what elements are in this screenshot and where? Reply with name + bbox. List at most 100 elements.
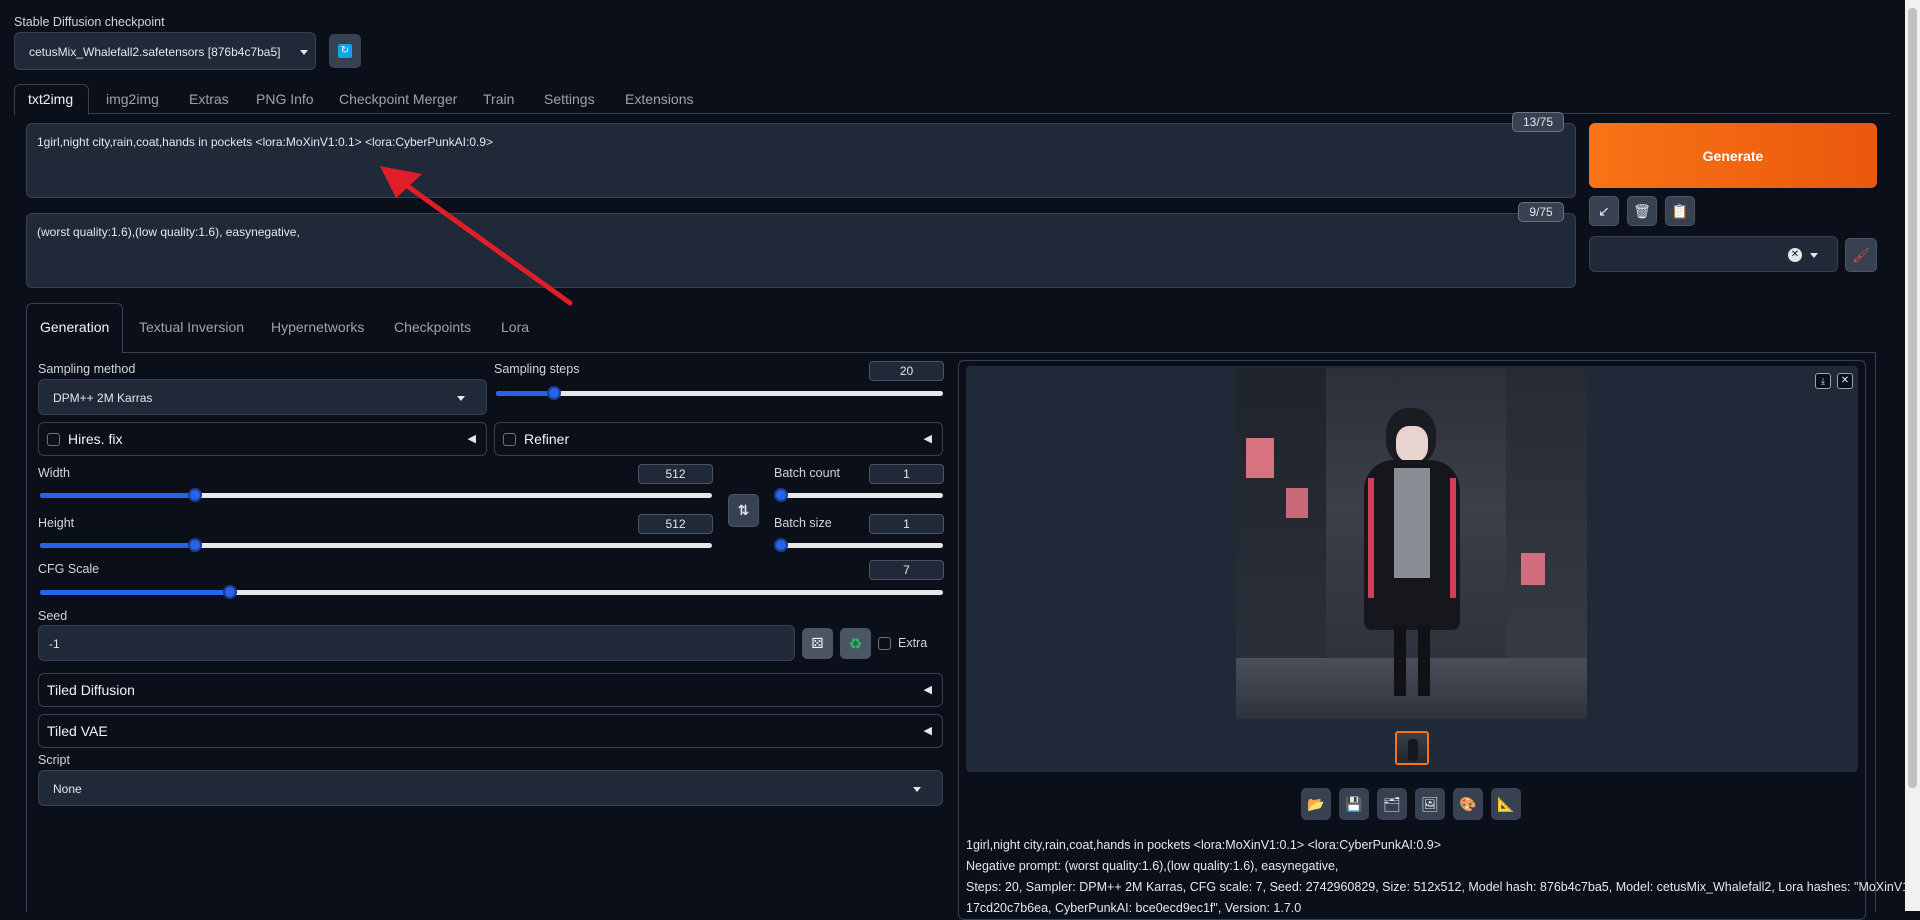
collapse-icon: ◀ <box>923 725 932 737</box>
sampling-method-select[interactable]: DPM++ 2M Karras <box>38 379 487 415</box>
gallery-thumbnail[interactable] <box>1395 731 1429 765</box>
tab-txt2img[interactable]: txt2img <box>28 91 73 107</box>
send-to-extras-button[interactable]: 📐 <box>1491 788 1521 820</box>
slider-handle[interactable] <box>547 386 562 400</box>
read-params-button[interactable]: ↙ <box>1589 196 1619 226</box>
height-input[interactable]: 512 <box>638 514 713 534</box>
sampling-steps-slider[interactable] <box>496 386 943 400</box>
seed-label: Seed <box>38 609 68 623</box>
refiner-checkbox[interactable] <box>503 433 516 446</box>
page-scrollbar[interactable] <box>1905 0 1920 911</box>
image-leg <box>1394 626 1406 696</box>
script-label: Script <box>38 753 70 767</box>
tiled-diffusion-accordion[interactable]: Tiled Diffusion ◀ <box>38 673 943 707</box>
tab-train[interactable]: Train <box>483 91 514 107</box>
tab-png-info[interactable]: PNG Info <box>256 91 314 107</box>
width-slider[interactable] <box>40 488 712 502</box>
image-face <box>1396 426 1428 462</box>
height-slider[interactable] <box>40 538 712 552</box>
reuse-seed-button[interactable]: ♻ <box>840 628 871 659</box>
hires-fix-accordion[interactable]: Hires. fix ◀ <box>38 422 487 456</box>
tab-checkpoint-merger[interactable]: Checkpoint Merger <box>339 91 457 107</box>
edit-styles-button[interactable]: 🖌 <box>1845 238 1877 272</box>
checkpoint-select[interactable]: cetusMix_Whalefall2.safetensors [876b4c7… <box>14 32 316 70</box>
refiner-accordion[interactable]: Refiner ◀ <box>494 422 943 456</box>
sampling-method-label: Sampling method <box>38 362 136 376</box>
info-prompt: 1girl,night city,rain,coat,hands in pock… <box>966 838 1442 852</box>
slider-handle[interactable] <box>774 538 788 552</box>
random-seed-button[interactable]: ⚄ <box>802 628 833 659</box>
dice-icon: ⚄ <box>811 635 824 651</box>
slider-fill <box>40 543 195 548</box>
clear-icon[interactable]: ✕ <box>1788 248 1802 262</box>
scrollbar-thumb[interactable] <box>1908 8 1917 788</box>
batch-count-slider[interactable] <box>774 488 943 502</box>
script-select[interactable]: None <box>38 770 943 806</box>
zip-button[interactable]: 🗂 <box>1377 788 1407 820</box>
cfg-scale-slider[interactable] <box>40 585 943 599</box>
slider-handle[interactable] <box>187 538 202 552</box>
tiled-vae-accordion[interactable]: Tiled VAE ◀ <box>38 714 943 748</box>
refiner-label: Refiner <box>524 431 570 447</box>
image-neon-sign <box>1521 553 1545 585</box>
swap-icon: ⇅ <box>737 502 750 518</box>
hires-fix-checkbox[interactable] <box>47 433 60 446</box>
tiled-diffusion-label: Tiled Diffusion <box>47 682 135 698</box>
refresh-icon: ↻ <box>338 44 352 58</box>
prompt-token-counter: 13/75 <box>1512 112 1564 132</box>
refresh-checkpoint-button[interactable]: ↻ <box>329 34 361 68</box>
info-negative: Negative prompt: (worst quality:1.6),(lo… <box>966 859 1339 873</box>
save-button[interactable]: 💾 <box>1339 788 1369 820</box>
prompt-input[interactable]: 1girl,night city,rain,coat,hands in pock… <box>26 123 1576 198</box>
width-label: Width <box>38 466 70 480</box>
styles-select[interactable]: ✕ <box>1589 236 1838 272</box>
slider-handle[interactable] <box>774 488 788 502</box>
chevron-down-icon <box>300 50 308 55</box>
slider-handle[interactable] <box>222 585 237 599</box>
open-folder-button[interactable]: 📂 <box>1301 788 1331 820</box>
tab-settings[interactable]: Settings <box>544 91 595 107</box>
sampling-method-value: DPM++ 2M Karras <box>53 391 153 405</box>
batch-count-input[interactable]: 1 <box>869 464 944 484</box>
tab-textual-inversion[interactable]: Textual Inversion <box>139 319 244 335</box>
cfg-scale-label: CFG Scale <box>38 562 100 576</box>
extra-seed-checkbox[interactable] <box>878 637 891 650</box>
tab-img2img[interactable]: img2img <box>106 91 159 107</box>
negative-prompt-input[interactable]: (worst quality:1.6),(low quality:1.6), e… <box>26 213 1576 288</box>
tab-extras[interactable]: Extras <box>189 91 229 107</box>
width-input[interactable]: 512 <box>638 464 713 484</box>
tab-checkpoints[interactable]: Checkpoints <box>394 319 471 335</box>
height-label: Height <box>38 516 75 530</box>
batch-size-label: Batch size <box>774 516 832 530</box>
slider-handle[interactable] <box>187 488 202 502</box>
download-icon[interactable]: ⤓ <box>1815 373 1831 389</box>
tab-hypernetworks[interactable]: Hypernetworks <box>271 319 364 335</box>
send-to-img2img-button[interactable]: 🖼 <box>1415 788 1445 820</box>
thumbnail-figure <box>1408 739 1418 761</box>
batch-size-input[interactable]: 1 <box>869 514 944 534</box>
tab-generation[interactable]: Generation <box>40 319 109 335</box>
palette-icon: 🎨 <box>1459 795 1477 812</box>
clipboard-icon: 📋 <box>1671 202 1689 219</box>
sampling-steps-label: Sampling steps <box>494 362 580 376</box>
cfg-scale-input[interactable]: 7 <box>869 560 944 580</box>
image-neon-sign <box>1286 488 1308 518</box>
tab-lora[interactable]: Lora <box>501 319 529 335</box>
batch-count-label: Batch count <box>774 466 841 480</box>
close-icon[interactable]: ✕ <box>1837 373 1853 389</box>
seed-input[interactable]: -1 <box>38 625 795 661</box>
slider-fill <box>496 391 555 396</box>
script-value: None <box>53 782 82 796</box>
generate-button[interactable]: Generate <box>1589 123 1877 188</box>
batch-size-slider[interactable] <box>774 538 943 552</box>
swap-dimensions-button[interactable]: ⇅ <box>728 494 759 527</box>
apply-styles-button[interactable]: 📋 <box>1665 196 1695 226</box>
seed-value: -1 <box>49 637 60 651</box>
sampling-steps-input[interactable]: 20 <box>869 361 944 381</box>
generated-image[interactable] <box>1236 368 1587 719</box>
slider-fill <box>40 590 230 595</box>
chevron-down-icon <box>913 787 921 792</box>
send-to-inpaint-button[interactable]: 🎨 <box>1453 788 1483 820</box>
clear-prompt-button[interactable]: 🗑 <box>1627 196 1657 226</box>
tab-extensions[interactable]: Extensions <box>625 91 693 107</box>
